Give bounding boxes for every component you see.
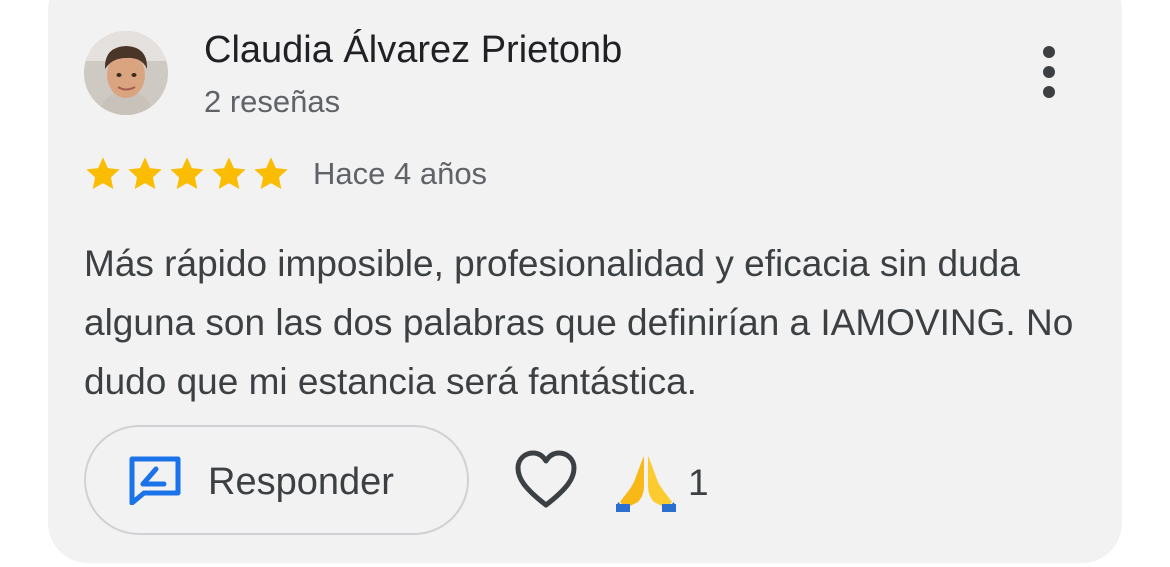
avatar[interactable]	[84, 31, 168, 115]
reply-button[interactable]: Responder	[84, 425, 469, 535]
more-vertical-icon[interactable]	[1026, 42, 1072, 102]
more-dot	[1043, 46, 1055, 58]
review-date: Hace 4 años	[313, 156, 488, 191]
star-icon	[170, 157, 204, 190]
reaction-count: 1	[688, 462, 709, 503]
more-dot	[1043, 66, 1055, 78]
star-icon	[86, 157, 120, 190]
star-icon	[254, 157, 288, 190]
star-icon	[128, 157, 162, 190]
review-text: Más rápido imposible, profesionalidad y …	[84, 243, 1074, 402]
reply-label: Responder	[208, 461, 394, 503]
heart-icon[interactable]	[514, 450, 578, 515]
star-rating	[84, 155, 290, 193]
more-dot	[1043, 86, 1055, 98]
folded-hands-icon[interactable]	[616, 452, 676, 517]
reply-icon	[128, 455, 182, 510]
author-name[interactable]: Claudia Álvarez Prietonb	[204, 28, 622, 72]
star-icon	[212, 157, 246, 190]
author-review-count: 2 reseñas	[204, 84, 341, 119]
